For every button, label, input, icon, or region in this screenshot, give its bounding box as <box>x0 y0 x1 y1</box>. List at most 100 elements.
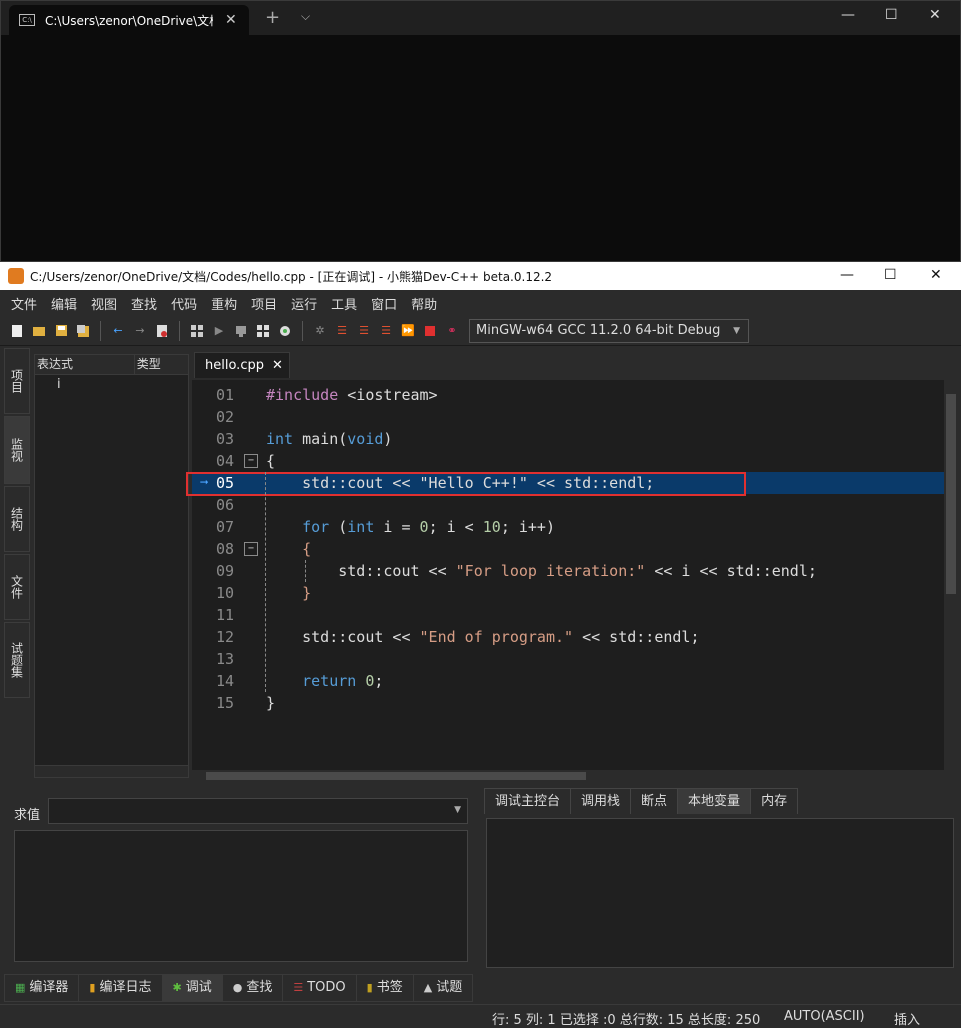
local-variables-view <box>486 818 954 968</box>
side-tab-watch[interactable]: 监视 <box>4 416 30 484</box>
terminal-close-button[interactable]: ✕ <box>929 7 941 23</box>
code-line[interactable]: 03 int main(void) <box>192 428 944 450</box>
debug-gear-icon[interactable] <box>276 322 294 340</box>
tab-icon: ▲ <box>423 981 433 994</box>
terminal-minimize-button[interactable]: — <box>841 7 855 23</box>
menu-view[interactable]: 视图 <box>84 294 124 313</box>
compile-icon[interactable] <box>153 322 171 340</box>
menu-help[interactable]: 帮助 <box>404 294 444 313</box>
menu-edit[interactable]: 编辑 <box>44 294 84 313</box>
ide-close-button[interactable]: ✕ <box>930 267 942 283</box>
menu-refactor[interactable]: 重构 <box>204 294 244 313</box>
continue-icon[interactable]: ⏩ <box>399 322 417 340</box>
compiler-select[interactable]: MinGW-w64 GCC 11.2.0 64-bit Debug ▼ <box>469 318 749 343</box>
terminal-tab[interactable]: C:\ C:\Users\zenor\OneDrive\文档\C ✕ <box>9 5 249 35</box>
line-number: 01 <box>216 386 235 404</box>
tab-dropdown-icon[interactable]: ⌵ <box>301 9 310 24</box>
watch-col-type[interactable]: 类型 <box>133 355 188 374</box>
bottom-tab[interactable]: ● 查找 <box>221 974 284 1002</box>
line-number: 14 <box>216 672 235 690</box>
menu-project[interactable]: 项目 <box>244 294 284 313</box>
tab-local-variables[interactable]: 本地变量 <box>677 788 752 814</box>
tab-debug-console[interactable]: 调试主控台 <box>484 788 572 814</box>
menu-run[interactable]: 运行 <box>284 294 324 313</box>
eval-input[interactable]: ▼ <box>48 798 468 824</box>
menu-code[interactable]: 代码 <box>164 294 204 313</box>
side-tab-structure[interactable]: 结构 <box>4 486 30 552</box>
close-icon[interactable]: ✕ <box>272 358 283 373</box>
new-tab-button[interactable]: + <box>265 7 280 28</box>
side-tab-files[interactable]: 文件 <box>4 554 30 620</box>
code-line[interactable]: 06 <box>192 494 944 516</box>
scroll-thumb[interactable] <box>946 394 956 594</box>
step-out-icon[interactable]: ☰ <box>377 322 395 340</box>
build-grid-icon[interactable] <box>188 322 206 340</box>
bottom-tab[interactable]: ☰ TODO <box>282 974 357 1002</box>
tab-call-stack[interactable]: 调用栈 <box>570 788 632 814</box>
terminal-maximize-button[interactable]: ☐ <box>885 7 898 23</box>
code-line[interactable]: 05 std::cout << "Hello C++!" << std::end… <box>186 472 944 496</box>
code-line[interactable]: 11 <box>192 604 944 626</box>
code-line[interactable]: 12 std::cout << "End of program." << std… <box>192 626 944 648</box>
tab-breakpoints[interactable]: 断点 <box>630 788 679 814</box>
open-folder-icon[interactable] <box>30 322 48 340</box>
code-line[interactable]: 15} <box>192 692 944 714</box>
menu-window[interactable]: 窗口 <box>364 294 404 313</box>
menu-file[interactable]: 文件 <box>4 294 44 313</box>
fold-toggle-icon[interactable]: − <box>244 542 258 556</box>
line-number: 11 <box>216 606 235 624</box>
bottom-tab[interactable]: ▦ 编译器 <box>4 974 80 1002</box>
code-line[interactable]: 07 for (int i = 0; i < 10; i++) <box>192 516 944 538</box>
fold-toggle-icon[interactable]: − <box>244 454 258 468</box>
back-arrow-icon[interactable]: ← <box>109 322 127 340</box>
watch-row[interactable]: i <box>35 375 188 392</box>
code-line[interactable]: 13 <box>192 648 944 670</box>
line-number: 13 <box>216 650 235 668</box>
code-token: "For loop iteration:" <box>455 562 646 580</box>
editor-tab-hello-cpp[interactable]: hello.cpp ✕ <box>194 352 290 378</box>
bottom-tab-label: 编译器 <box>29 980 69 995</box>
code-editor[interactable]: 01 #include <iostream> 02 03 int main(void) 0… <box>186 380 944 770</box>
compile-run-icon[interactable] <box>232 322 250 340</box>
side-tab-project[interactable]: 项目 <box>4 348 30 414</box>
code-line[interactable]: 04 {− <box>192 450 944 472</box>
side-tab-problem-set[interactable]: 试题集 <box>4 622 30 698</box>
code-text: #include <iostream> <box>266 384 438 406</box>
code-line[interactable]: 14 return 0; <box>192 670 944 692</box>
save-all-icon[interactable] <box>74 322 92 340</box>
add-watch-icon[interactable]: ⚭ <box>443 322 461 340</box>
bottom-tab[interactable]: ▮ 书签 <box>355 974 414 1002</box>
watch-header: 表达式 类型 <box>35 355 188 375</box>
ide-maximize-button[interactable]: ☐ <box>884 267 897 283</box>
chevron-down-icon[interactable]: ▼ <box>454 805 461 815</box>
code-line[interactable]: 08 {− <box>192 538 944 560</box>
code-line[interactable]: 10 } <box>192 582 944 604</box>
status-encoding[interactable]: AUTO(ASCII) <box>784 1009 865 1024</box>
bottom-tab[interactable]: ▲ 试题 <box>412 974 474 1002</box>
close-tab-icon[interactable]: ✕ <box>225 12 237 28</box>
forward-arrow-icon[interactable]: → <box>131 322 149 340</box>
watch-col-expression[interactable]: 表达式 <box>35 355 134 374</box>
menu-tools[interactable]: 工具 <box>324 294 364 313</box>
code-line[interactable]: 02 <box>192 406 944 428</box>
run-icon[interactable]: ▶ <box>210 322 228 340</box>
menu-search[interactable]: 查找 <box>124 294 164 313</box>
editor-hscrollbar[interactable] <box>192 770 944 782</box>
bottom-tab-label: 查找 <box>246 980 273 995</box>
watch-hscrollbar[interactable] <box>35 765 188 777</box>
bottom-tab[interactable]: ✱ 调试 <box>161 974 223 1002</box>
step-over-icon[interactable]: ☰ <box>333 322 351 340</box>
stop-icon[interactable] <box>421 322 439 340</box>
bug-icon[interactable]: ✲ <box>311 322 329 340</box>
rebuild-icon[interactable] <box>254 322 272 340</box>
scroll-thumb[interactable] <box>206 772 586 780</box>
code-token: <iostream> <box>347 386 438 404</box>
step-into-icon[interactable]: ☰ <box>355 322 373 340</box>
save-icon[interactable] <box>52 322 70 340</box>
new-file-icon[interactable] <box>8 322 26 340</box>
ide-minimize-button[interactable]: — <box>840 267 854 283</box>
editor-vscrollbar[interactable] <box>944 380 958 770</box>
bottom-tab[interactable]: ▮ 编译日志 <box>78 974 163 1002</box>
tab-memory[interactable]: 内存 <box>750 788 799 814</box>
code-line[interactable]: 01 #include <iostream> <box>192 384 944 406</box>
